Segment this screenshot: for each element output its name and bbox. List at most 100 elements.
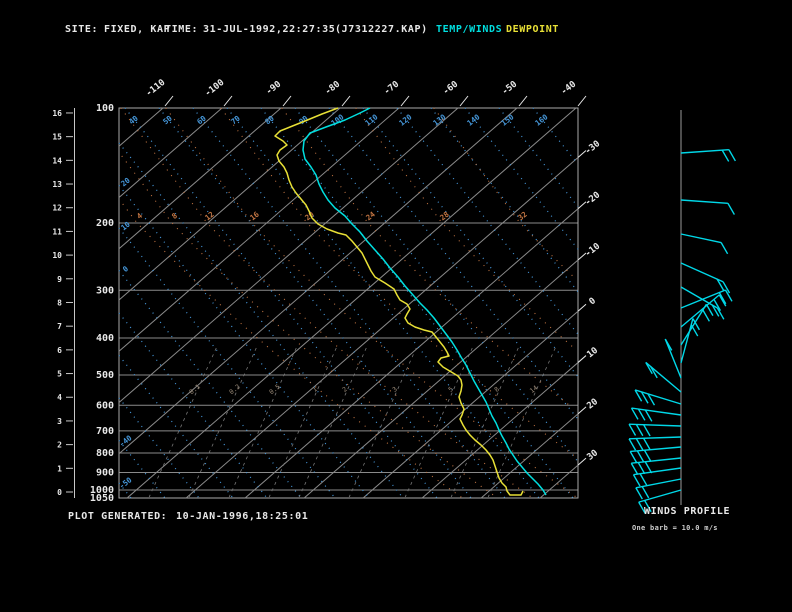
top-axis-tick (164, 95, 174, 107)
dry-adiabat-line (464, 107, 579, 250)
mixing-ratio-label: 5 (447, 385, 455, 394)
height-axis-label: 8 (57, 298, 62, 307)
mixing-ratio-label: 3 (391, 385, 399, 394)
isotherm-line (362, 310, 579, 499)
wind-barb-tick (630, 407, 639, 420)
top-temp-label: -110 (144, 78, 167, 99)
right-axis-tick (577, 406, 587, 415)
dry-adiabat-line (226, 107, 540, 499)
pressure-axis-label: 1050 (90, 493, 114, 504)
dry-adiabat-line (118, 440, 166, 499)
isotherm-line (539, 464, 579, 499)
wind-barb-tick (636, 450, 645, 463)
dry-adiabat-line (192, 107, 506, 499)
mixing-ratio-line (268, 347, 337, 498)
moist-adiabat-label: 4 (135, 211, 144, 221)
winds-profile-scale: One barb = 10.0 m/s (632, 524, 718, 532)
pressure-axis-label: 700 (96, 426, 114, 437)
mixing-ratio-label: 0.1 (188, 383, 202, 397)
wind-barb-tick (635, 487, 643, 500)
mixing-ratio-label: 14 (528, 384, 539, 395)
wind-barb-tick (702, 309, 710, 322)
wind-barb-tick (727, 202, 735, 215)
top-temp-label: -70 (382, 79, 401, 97)
height-axis-label: 13 (52, 180, 62, 189)
dry-adiabat-label: 120 (397, 112, 414, 128)
top-temp-label: -50 (500, 79, 519, 97)
wind-barb-tick (641, 486, 650, 499)
moist-adiabat-line (433, 107, 574, 277)
top-axis-tick (577, 95, 587, 107)
height-axis-label: 15 (52, 133, 62, 142)
height-axis-label: 1 (57, 464, 62, 473)
wind-barb-tick (635, 438, 644, 451)
dry-adiabat-left-label: 10 (119, 219, 132, 232)
wind-barb (680, 148, 729, 154)
pressure-axis-label: 300 (96, 285, 114, 296)
mixing-ratio-label: 1 (311, 385, 319, 394)
isotherm-line (126, 107, 577, 499)
wind-barb-tick (728, 149, 736, 162)
wind-barb (680, 262, 724, 283)
top-axis-tick (341, 95, 351, 107)
right-temp-label: -30 (583, 139, 602, 157)
moist-adiabat-line (281, 107, 574, 409)
wind-barb-tick (630, 462, 639, 475)
dry-adiabat-label: 50 (161, 113, 174, 126)
mixing-ratio-label: 0.5 (268, 383, 282, 397)
wind-barb-tick (629, 451, 638, 464)
dry-adiabat-line (396, 107, 579, 335)
dry-adiabat-line (158, 107, 472, 499)
dry-adiabat-label: 130 (431, 112, 448, 128)
right-temp-label: -20 (583, 190, 602, 208)
wind-barb-tick (644, 461, 653, 474)
right-axis-tick (577, 303, 587, 312)
top-temp-label: -40 (559, 79, 578, 97)
dry-adiabat-line (118, 142, 404, 499)
mixing-ratio-label: 0.2 (228, 383, 242, 397)
mixing-ratio-line (228, 347, 297, 498)
top-temp-label: -100 (203, 78, 226, 99)
height-axis-label: 10 (52, 251, 62, 260)
dry-adiabat-label: 160 (533, 112, 550, 128)
dry-adiabat-label: 150 (499, 112, 516, 128)
wind-barb (680, 199, 728, 204)
right-temp-label: -10 (583, 242, 602, 260)
wind-barb (680, 286, 718, 309)
wind-barb-tick (635, 424, 644, 437)
wind-barb-tick (642, 424, 651, 437)
dry-adiabat-label: 60 (195, 113, 208, 126)
height-axis-label: 0 (57, 488, 62, 497)
wind-barb-tick (721, 149, 730, 162)
right-temp-label: 0 (588, 296, 598, 307)
wind-barb-tick (705, 303, 714, 316)
dry-adiabat-line (260, 107, 574, 499)
pressure-axis-label: 600 (96, 400, 114, 411)
dry-adiabat-left-label: -50 (117, 475, 134, 491)
pressure-axis-label: 400 (96, 333, 114, 344)
moist-adiabat-label: 8 (170, 211, 179, 221)
wind-barb (680, 289, 726, 309)
mixing-ratio-label: 8 (493, 385, 501, 394)
height-axis-label: 9 (57, 275, 62, 284)
top-axis-tick (400, 95, 410, 107)
pressure-axis-label: 900 (96, 468, 114, 479)
pressure-axis-label: 800 (96, 448, 114, 459)
isotherm-line (244, 208, 579, 499)
top-temp-label: -80 (323, 79, 342, 97)
wind-barb (680, 233, 722, 244)
height-axis-label: 3 (57, 417, 62, 426)
dry-adiabat-left-label: 0 (121, 264, 130, 274)
wind-barb-tick (628, 423, 637, 436)
top-temp-label: -90 (264, 79, 283, 97)
dry-adiabat-left-label: 20 (119, 175, 132, 188)
dry-adiabat-left-label: -40 (117, 433, 134, 449)
skewt-app-window: { "header": { "site_label": "SITE:", "si… (0, 0, 792, 612)
top-axis-tick (518, 95, 528, 107)
height-axis-label: 5 (57, 370, 62, 379)
top-temp-label: -60 (441, 79, 460, 97)
isotherm-line (480, 413, 579, 499)
wind-barb (664, 338, 682, 379)
wind-barb-tick (642, 437, 651, 450)
wind-barb-tick (628, 438, 637, 451)
